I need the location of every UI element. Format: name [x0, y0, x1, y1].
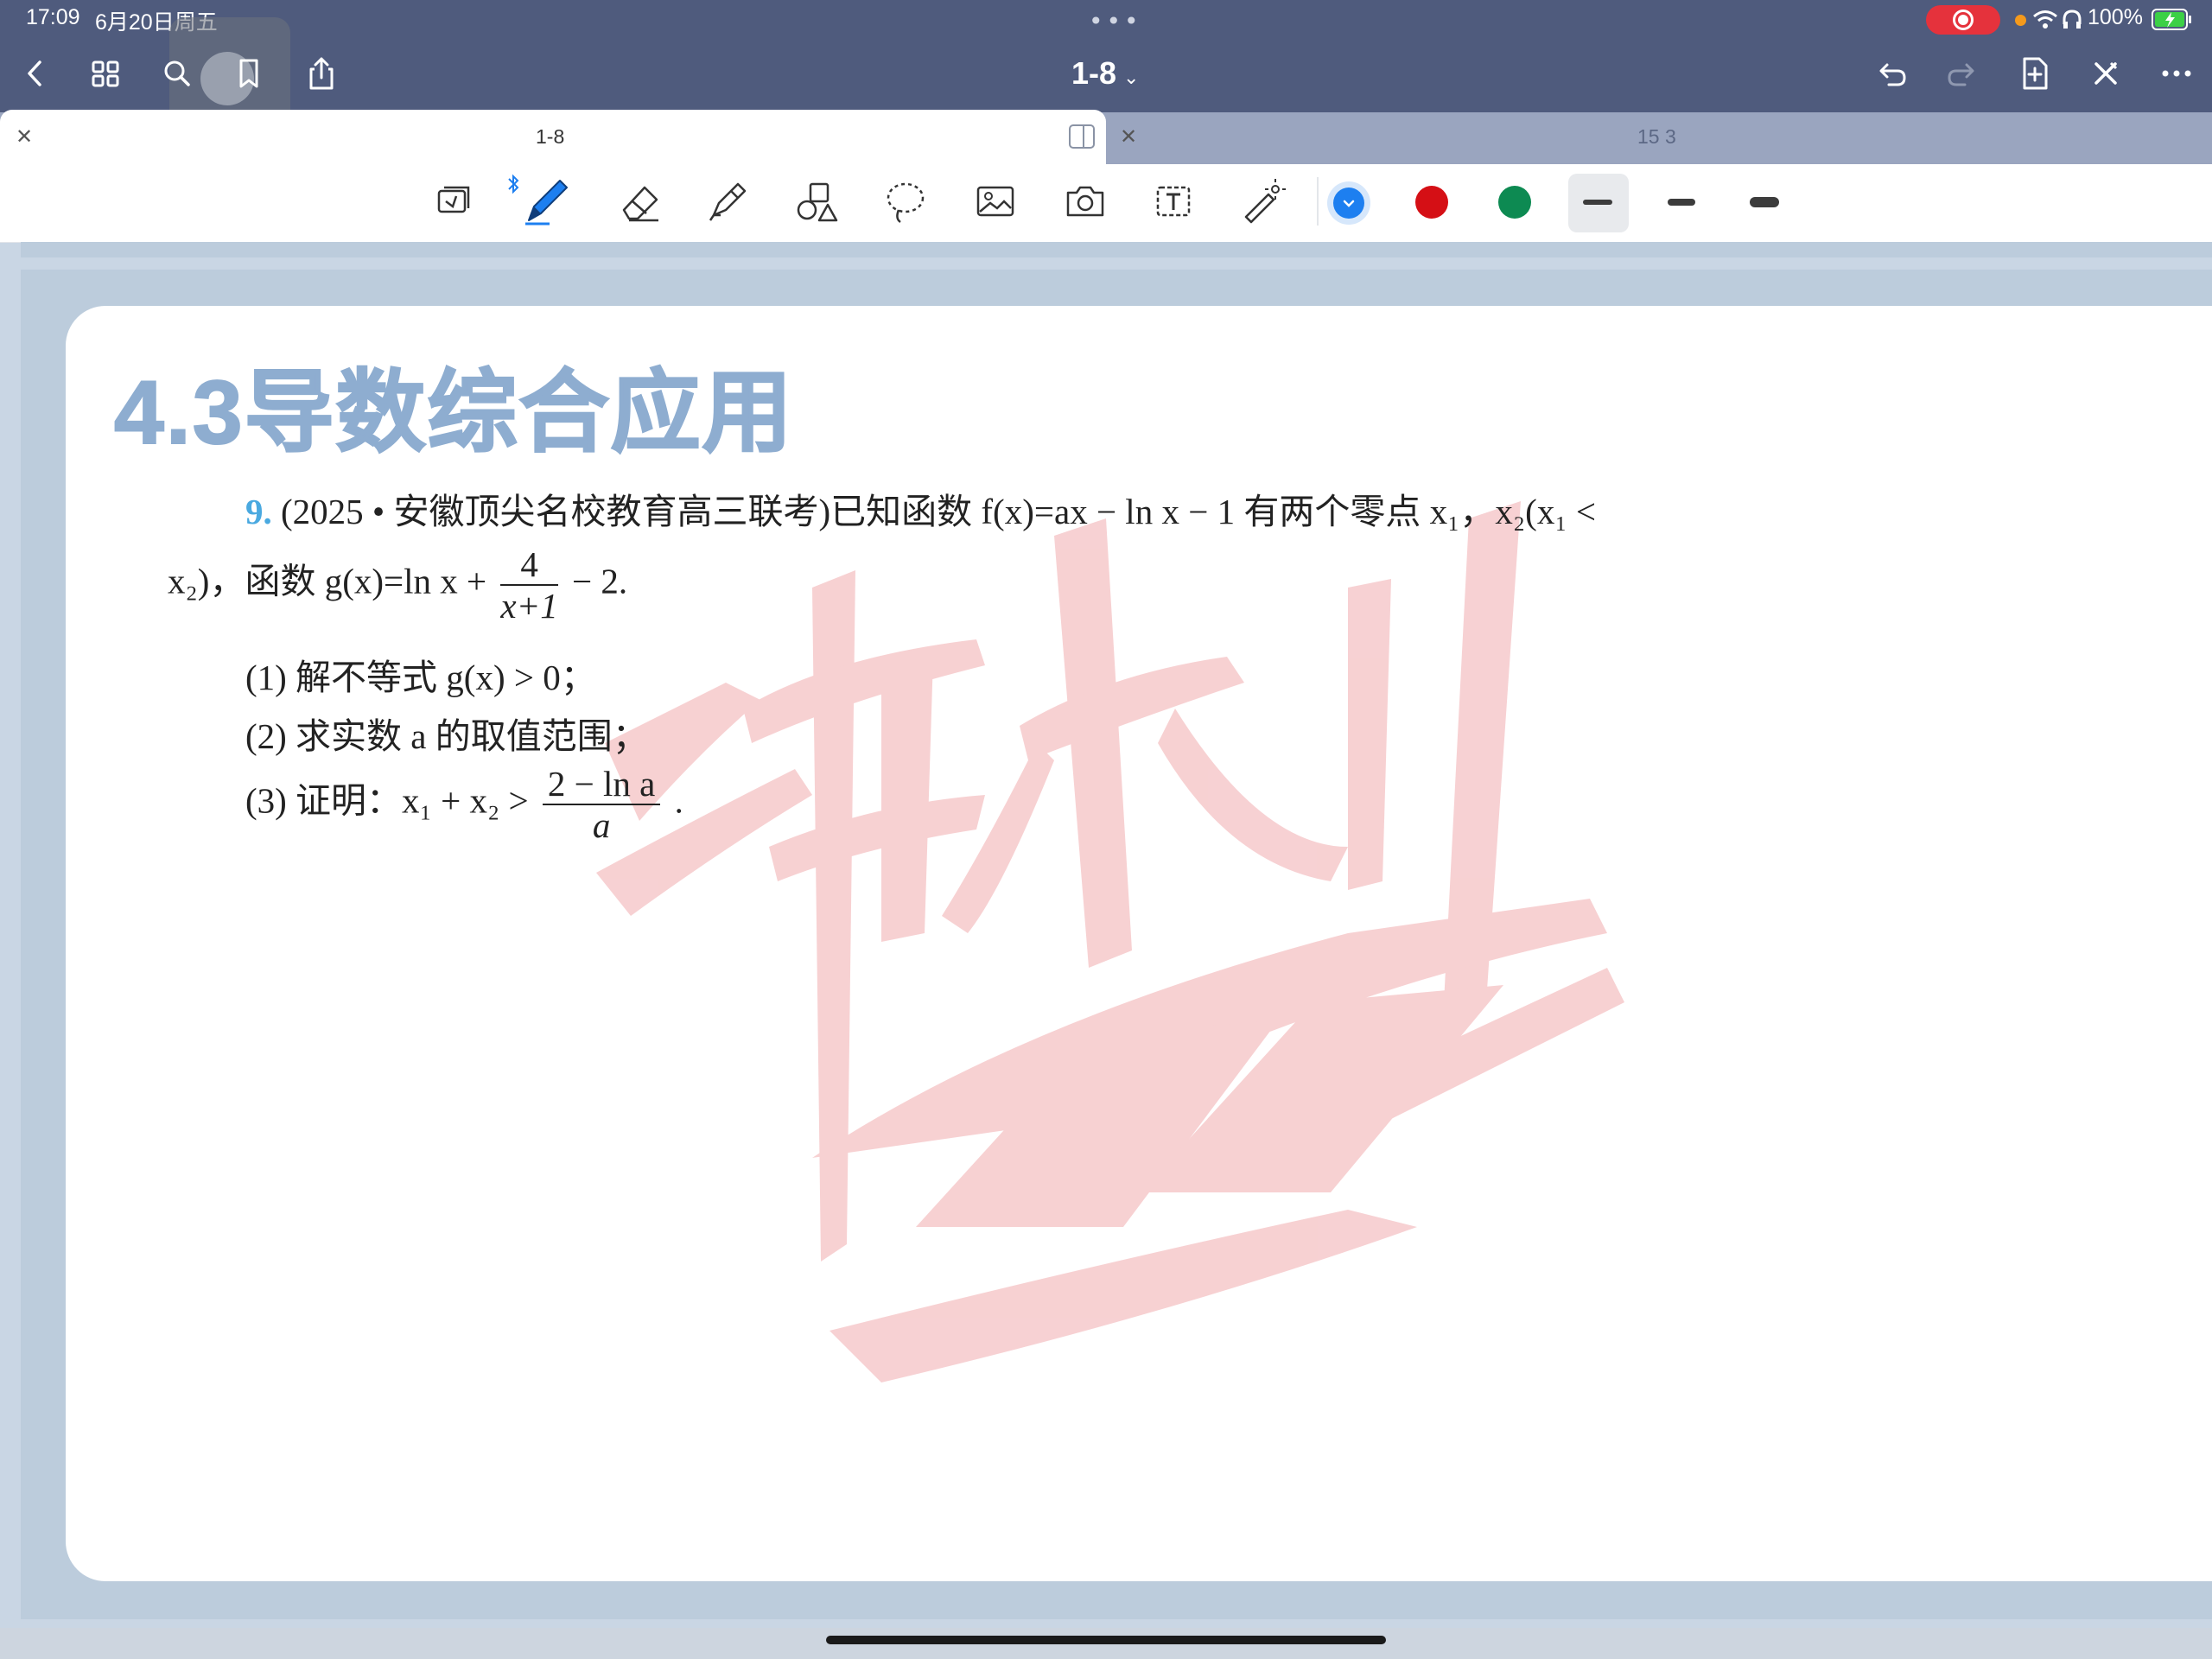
wifi-icon [2032, 9, 2058, 31]
search-icon[interactable] [156, 52, 199, 95]
mic-in-use-indicator [2015, 15, 2026, 26]
tab-label-inactive[interactable]: 15 3 [1637, 125, 1676, 149]
selected-check-icon [1341, 195, 1357, 211]
status-time: 17:09 [26, 5, 80, 29]
problem-number: 9. [245, 492, 272, 531]
document-title: 1-8 [1071, 55, 1117, 91]
problem-part-3: (3) 证明：x₁ + x₂ > 2 − ln a a . [245, 764, 683, 845]
chevron-down-icon: ⌄ [1123, 67, 1140, 88]
fraction-denominator: x+1 [500, 586, 558, 626]
close-pen-icon[interactable] [2084, 52, 2127, 95]
problem-part-3-start: (3) 证明：x₁ + x₂ > [245, 780, 529, 821]
stroke-thick[interactable] [1750, 197, 1779, 207]
stroke-thin[interactable] [1583, 200, 1612, 205]
share-icon[interactable] [300, 52, 343, 95]
image-icon[interactable] [969, 175, 1021, 227]
problem-statement-line-1: (2025 • 安徽顶尖名校教育高三联考)已知函数 f(x)=ax − ln x… [281, 492, 1596, 531]
text-box-icon[interactable] [1147, 175, 1199, 227]
close-tab-icon[interactable]: ✕ [1120, 124, 1137, 149]
shapes-icon[interactable] [790, 175, 842, 227]
tab-label-active: 1-8 [536, 125, 565, 148]
more-options-icon[interactable] [2155, 52, 2198, 95]
watermark-logo [596, 501, 1624, 1382]
toolbar-divider [1317, 177, 1319, 226]
problem-part-1: (1) 解不等式 g(x) > 0； [245, 658, 596, 697]
color-green[interactable] [1498, 186, 1531, 219]
camera-icon[interactable] [1059, 175, 1111, 227]
fraction-4-over-x-plus-1: 4 x+1 [500, 544, 558, 626]
highlighter-icon[interactable] [702, 175, 753, 227]
fraction-numerator: 2 − ln a [542, 764, 661, 805]
bluetooth-icon [506, 173, 520, 195]
eraser-icon[interactable] [613, 175, 665, 227]
problem-statement-line-2-end: − 2. [572, 561, 628, 601]
fraction-denominator: a [592, 805, 611, 845]
undo-icon[interactable] [1870, 52, 1913, 95]
bookmark-icon[interactable] [227, 52, 270, 95]
headphones-icon [2062, 9, 2082, 31]
top-navigation-bar: 17:09 6月20日周五 ••• 100% 1-8 ⌄ [0, 0, 2212, 138]
problem-line-1: 9. (2025 • 安徽顶尖名校教育高三联考)已知函数 f(x)=ax − l… [245, 482, 1596, 534]
stroke-medium[interactable] [1668, 199, 1695, 206]
pen-icon[interactable] [520, 175, 572, 227]
previous-page-edge [21, 242, 2212, 257]
split-view-icon[interactable] [1068, 124, 1096, 149]
read-mode-icon[interactable] [429, 175, 480, 227]
problem-part-2: (2) 求实数 a 的取值范围； [245, 716, 648, 756]
fraction-numerator: 4 [500, 544, 558, 586]
redo-icon[interactable] [1941, 52, 1984, 95]
fraction-2-minus-ln-a-over-a: 2 − ln a a [542, 764, 661, 845]
lasso-icon[interactable] [880, 175, 931, 227]
battery-charging-icon [2152, 8, 2193, 32]
document-title-dropdown[interactable]: 1-8 ⌄ [1071, 55, 1139, 92]
grid-view-icon[interactable] [85, 52, 128, 95]
section-heading: 4.3导数综合应用 [113, 362, 794, 464]
back-icon[interactable] [14, 52, 57, 95]
home-indicator[interactable] [826, 1636, 1386, 1644]
color-red[interactable] [1415, 186, 1448, 219]
screen-recording-icon[interactable] [1926, 5, 2000, 35]
problem-statement-line-2-start: x₂)，函数 g(x)=ln x + [168, 561, 487, 601]
problem-part-3-end: . [674, 780, 683, 821]
battery-percentage: 100% [2088, 5, 2143, 29]
multitask-dots-icon[interactable]: ••• [1089, 7, 1142, 35]
problem-line-2: x₂)，函数 g(x)=ln x + 4 x+1 − 2. [168, 544, 627, 626]
close-tab-icon[interactable]: ✕ [16, 124, 33, 149]
laser-pointer-icon[interactable] [1236, 175, 1287, 227]
add-page-icon[interactable] [2013, 52, 2056, 95]
